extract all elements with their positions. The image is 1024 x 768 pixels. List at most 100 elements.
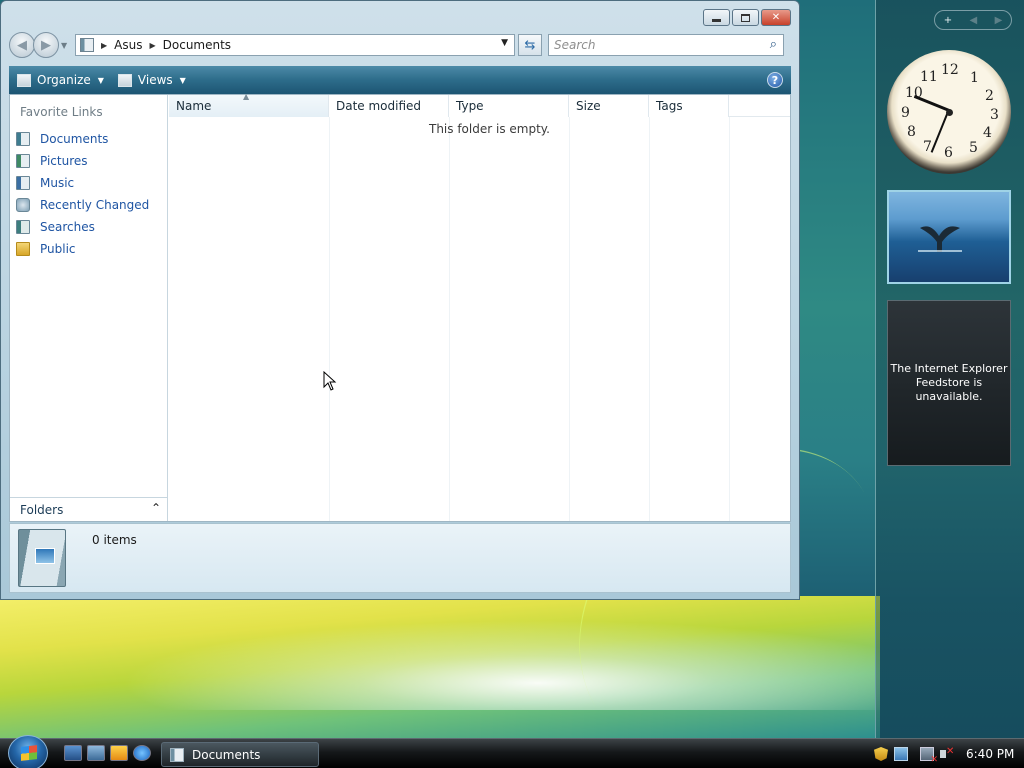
organize-button[interactable]: Organize ▼ — [17, 73, 104, 87]
clock-hour-hand — [913, 94, 951, 112]
breadcrumb-asus[interactable]: Asus — [114, 38, 142, 52]
clock-numeral: 7 — [923, 139, 932, 155]
favorite-link-music[interactable]: Music — [16, 172, 149, 194]
clock-numeral: 5 — [969, 140, 978, 156]
column-header-date-modified[interactable]: Date modified — [329, 95, 449, 117]
search-icon[interactable]: ⌕ — [770, 37, 777, 52]
internet-explorer-icon[interactable] — [133, 745, 151, 761]
public-folder-icon — [16, 242, 30, 256]
back-button[interactable]: ◀ — [9, 32, 35, 58]
organize-icon — [17, 73, 31, 87]
close-button[interactable]: ✕ — [761, 9, 791, 26]
navigation-row: ◀ ▶ ▼ ▶ Asus ▶ Documents ▼ ⇆ Search ⌕ — [9, 32, 791, 58]
views-button[interactable]: Views ▼ — [117, 73, 186, 87]
feed-unavailable-message: The Internet Explorer Feedstore is unava… — [890, 362, 1008, 403]
feed-headlines-gadget[interactable]: The Internet Explorer Feedstore is unava… — [887, 300, 1011, 466]
item-count: 0 items — [92, 533, 137, 547]
views-icon — [117, 73, 132, 87]
taskbar-clock[interactable]: 6:40 PM — [966, 747, 1014, 761]
column-headers: ▲ Name Date modified Type Size Tags — [169, 92, 790, 117]
sidebar-controls: + ◀ ▶ — [934, 10, 1012, 30]
favorite-links-list: Documents Pictures Music Recently Change… — [16, 128, 149, 260]
media-player-icon[interactable] — [110, 745, 128, 761]
network-disconnected-icon[interactable] — [920, 747, 938, 765]
close-icon: ✕ — [771, 12, 781, 23]
details-pane: 0 items — [9, 523, 791, 593]
chevron-down-icon: ▼ — [179, 75, 186, 85]
clock-numeral: 8 — [907, 124, 916, 140]
switch-windows-icon[interactable] — [87, 745, 105, 761]
clock-numeral: 9 — [901, 105, 910, 121]
security-shield-icon[interactable] — [874, 747, 888, 761]
maximize-button[interactable] — [732, 9, 759, 26]
clock-numeral: 1 — [970, 70, 979, 86]
clock-numeral: 3 — [990, 107, 999, 123]
folders-label: Folders — [20, 502, 64, 517]
start-button[interactable] — [8, 735, 48, 768]
taskbar: Documents ✕ 6:40 PM — [0, 735, 1024, 768]
empty-folder-message: This folder is empty. — [429, 122, 550, 136]
music-icon — [16, 176, 30, 190]
minimize-icon — [712, 18, 721, 22]
add-gadget-icon[interactable]: + — [944, 15, 952, 26]
favorite-link-documents[interactable]: Documents — [16, 128, 149, 150]
favorite-link-recently-changed[interactable]: Recently Changed — [16, 194, 149, 216]
search-input[interactable]: Search ⌕ — [548, 34, 784, 56]
chevron-down-icon: ▼ — [97, 75, 104, 85]
organize-label: Organize — [37, 73, 91, 87]
breadcrumb-separator-icon[interactable]: ▶ — [101, 41, 107, 50]
whale-tail-image — [918, 226, 962, 252]
windows-logo-icon — [21, 745, 37, 761]
refresh-icon: ⇆ — [524, 37, 536, 53]
column-divider — [569, 117, 570, 521]
favorite-link-label: Music — [40, 176, 75, 190]
taskbar-button-documents[interactable]: Documents — [161, 742, 319, 767]
recent-pages-dropdown[interactable]: ▼ — [61, 41, 71, 50]
minimize-button[interactable] — [703, 9, 730, 26]
previous-page-icon[interactable]: ◀ — [969, 15, 977, 26]
favorite-link-label: Searches — [40, 220, 95, 234]
column-header-size[interactable]: Size — [569, 95, 649, 117]
maximize-icon — [741, 13, 750, 22]
refresh-button[interactable]: ⇆ — [518, 34, 542, 56]
folders-toggle[interactable]: Folders ⌃ — [10, 497, 167, 521]
next-page-icon[interactable]: ▶ — [995, 15, 1003, 26]
column-header-tags[interactable]: Tags — [649, 95, 729, 117]
column-header-name[interactable]: ▲ Name — [169, 92, 329, 117]
forward-arrow-icon: ▶ — [41, 37, 51, 53]
favorite-link-pictures[interactable]: Pictures — [16, 150, 149, 172]
taskbar-button-label: Documents — [192, 747, 261, 762]
clock-numeral: 6 — [944, 145, 953, 161]
clock-numeral: 12 — [941, 62, 959, 78]
clock-numeral: 2 — [985, 88, 994, 104]
documents-icon — [16, 132, 30, 146]
volume-muted-icon[interactable]: ✕ — [940, 746, 954, 761]
pictures-icon — [16, 154, 30, 168]
explorer-window: ✕ ◀ ▶ ▼ ▶ Asus ▶ Documents ▼ ⇆ Search ⌕ … — [0, 0, 800, 600]
column-divider — [729, 117, 730, 521]
breadcrumb-documents[interactable]: Documents — [163, 38, 231, 52]
sort-ascending-icon: ▲ — [243, 92, 250, 101]
sidebar-tray-icon[interactable] — [894, 747, 908, 761]
clock-gadget[interactable]: 12 1 2 3 4 5 6 7 8 9 10 11 — [887, 50, 1011, 174]
documents-folder-icon — [170, 747, 184, 762]
breadcrumb-separator-icon[interactable]: ▶ — [149, 41, 155, 50]
clock-center — [946, 109, 953, 116]
column-gridlines — [169, 117, 790, 521]
clock-numeral: 11 — [920, 69, 938, 85]
forward-button[interactable]: ▶ — [33, 32, 59, 58]
notification-area: ✕ 6:40 PM — [872, 739, 1024, 768]
favorite-link-public[interactable]: Public — [16, 238, 149, 260]
show-desktop-icon[interactable] — [64, 745, 82, 761]
mouse-pointer-icon — [323, 371, 337, 391]
address-dropdown-icon[interactable]: ▼ — [501, 38, 508, 48]
address-bar[interactable]: ▶ Asus ▶ Documents ▼ — [75, 34, 515, 56]
favorite-link-searches[interactable]: Searches — [16, 216, 149, 238]
file-list[interactable]: ▲ Name Date modified Type Size Tags This… — [169, 92, 790, 521]
chevron-up-icon: ⌃ — [150, 501, 161, 515]
column-header-type[interactable]: Type — [449, 95, 569, 117]
help-button[interactable]: ? — [767, 72, 783, 88]
documents-folder-icon — [18, 529, 66, 587]
column-header-label: Name — [176, 99, 212, 113]
column-divider — [649, 117, 650, 521]
